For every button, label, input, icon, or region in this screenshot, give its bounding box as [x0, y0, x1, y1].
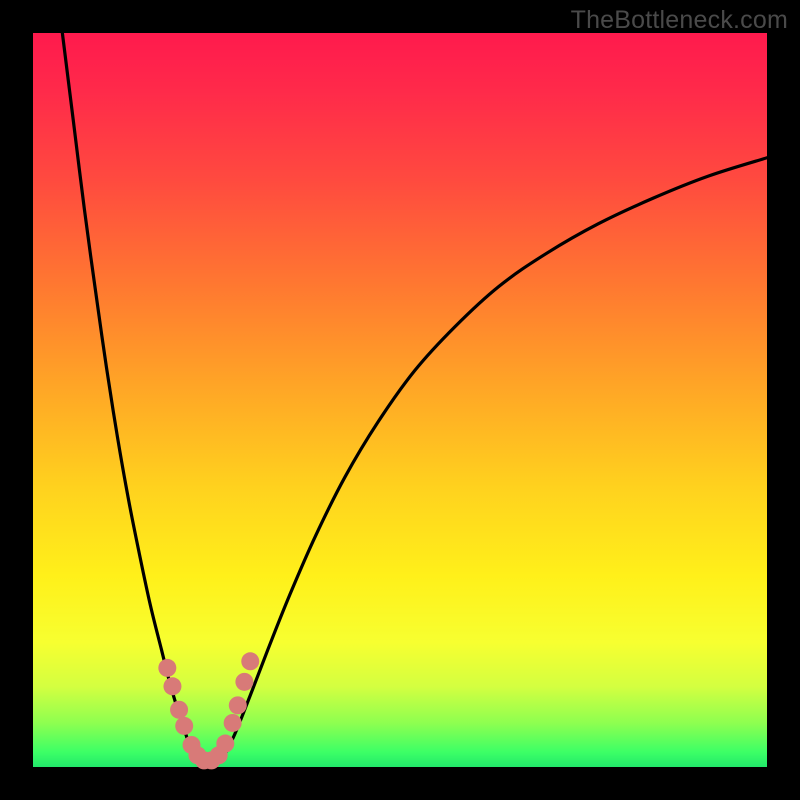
highlight-dot	[241, 652, 259, 670]
bottleneck-curve-svg	[33, 33, 767, 767]
highlight-dot	[158, 659, 176, 677]
bottleneck-curve	[62, 33, 767, 764]
highlight-dot	[235, 673, 253, 691]
watermark-text: TheBottleneck.com	[571, 6, 788, 35]
highlight-dot	[216, 735, 234, 753]
highlight-dot	[175, 717, 193, 735]
highlight-dot	[163, 677, 181, 695]
highlight-dots-group	[158, 652, 259, 769]
highlight-dot	[229, 696, 247, 714]
highlight-dot	[224, 714, 242, 732]
highlight-dot	[170, 701, 188, 719]
chart-frame: TheBottleneck.com	[0, 0, 800, 800]
plot-area	[33, 33, 767, 767]
